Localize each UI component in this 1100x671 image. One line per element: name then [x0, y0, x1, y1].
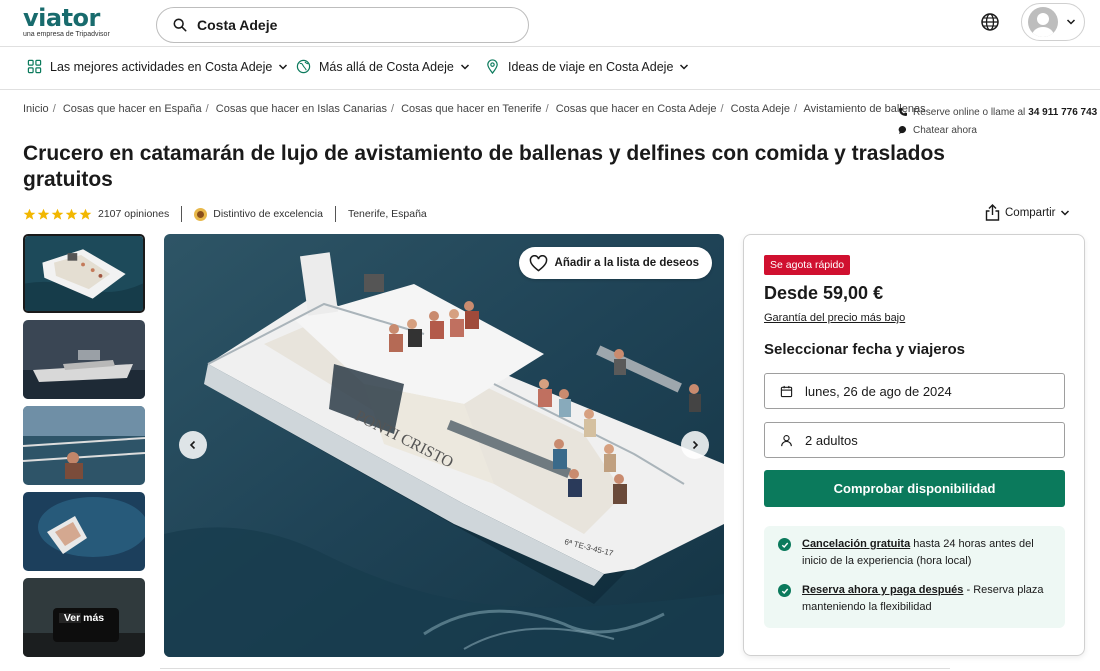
- grid-icon: [27, 59, 42, 74]
- gallery-next-button[interactable]: [681, 431, 709, 459]
- phone-row[interactable]: Reserve online o llame al 34 911 776 743: [898, 103, 1097, 121]
- logo-wordmark: viator: [23, 4, 100, 32]
- calendar-icon: [780, 385, 793, 397]
- heart-icon: [529, 254, 547, 272]
- perk-title-link[interactable]: Cancelación gratuita: [802, 538, 910, 550]
- star-icon: [51, 208, 64, 220]
- see-more-button[interactable]: Ver más: [23, 578, 145, 657]
- chat-row[interactable]: Chatear ahora: [898, 121, 1097, 139]
- wishlist-button[interactable]: Añadir a la lista de deseos: [518, 247, 712, 279]
- chevron-down-icon: [680, 63, 689, 70]
- catamaran-side-photo: [23, 320, 145, 399]
- nav-beyond-label: Más allá de Costa Adeje: [319, 59, 454, 74]
- check-availability-button[interactable]: Comprobar disponibilidad: [764, 470, 1065, 507]
- rating-stars[interactable]: [23, 208, 92, 221]
- top-bar: viator una empresa de Tripadvisor: [0, 0, 1100, 47]
- globe-icon: [296, 59, 311, 74]
- excellence-badge: Distintivo de excelencia: [213, 208, 323, 220]
- nav-trip-ideas-label: Ideas de viaje en Costa Adeje: [508, 59, 674, 74]
- divider: [181, 206, 183, 222]
- booking-card: Se agota rápido Desde 59,00 € Garantía d…: [743, 234, 1085, 656]
- product-meta: 2107 opiniones Distintivo de excelencia …: [23, 206, 427, 222]
- gallery-thumbnail[interactable]: [23, 234, 145, 313]
- chat-link[interactable]: Chatear ahora: [913, 125, 977, 136]
- breadcrumb-link[interactable]: Costa Adeje: [731, 103, 790, 115]
- wishlist-label: Añadir a la lista de deseos: [554, 257, 699, 269]
- reserve-text: Reserve online o llame al: [913, 106, 1026, 118]
- catamaran-top-photo: [25, 236, 143, 311]
- price-text: Desde 59,00 €: [764, 283, 884, 303]
- language-globe-icon[interactable]: [980, 12, 1000, 32]
- breadcrumb-link[interactable]: Cosas que hacer en Costa Adeje: [556, 103, 717, 115]
- travelers-value: 2 adultos: [805, 432, 858, 448]
- secondary-nav: Las mejores actividades en Costa Adeje M…: [0, 47, 1100, 90]
- nav-top-activities-label: Las mejores actividades en Costa Adeje: [50, 59, 273, 74]
- check-circle-icon: [778, 584, 791, 597]
- breadcrumb-link[interactable]: Inicio: [23, 103, 49, 115]
- perk-reserve-now: Reserva ahora y paga después - Reserva p…: [778, 582, 1051, 616]
- sells-out-badge: Se agota rápido: [764, 255, 851, 275]
- breadcrumb-link[interactable]: Cosas que hacer en Tenerife: [401, 103, 541, 115]
- avatar: [1028, 7, 1058, 37]
- deck-passengers-photo: [23, 406, 145, 485]
- check-circle-icon: [778, 538, 791, 551]
- star-icon: [79, 208, 92, 220]
- contact-block: Reserve online o llame al 34 911 776 743…: [898, 103, 1097, 139]
- star-icon: [23, 208, 36, 220]
- star-icon: [37, 208, 50, 220]
- main-gallery-image[interactable]: PONTI CRISTO 6ª TE-3-45-17 Añadir a la l…: [164, 234, 724, 657]
- chevron-down-icon: [279, 63, 288, 70]
- chevron-down-icon: [1066, 19, 1076, 25]
- chevron-down-icon: [1061, 209, 1070, 216]
- gallery-prev-button[interactable]: [179, 431, 207, 459]
- review-count[interactable]: 2107 opiniones: [98, 208, 169, 220]
- breadcrumb-link[interactable]: Cosas que hacer en Islas Canarias: [216, 103, 387, 115]
- gallery-thumbnail-more[interactable]: Ver más: [23, 578, 145, 657]
- divider: [334, 206, 336, 222]
- catamaran-aerial-photo: PONTI CRISTO 6ª TE-3-45-17: [164, 234, 724, 657]
- travelers-picker[interactable]: 2 adultos: [764, 422, 1065, 458]
- viator-logo[interactable]: viator una empresa de Tripadvisor: [23, 6, 110, 38]
- share-button[interactable]: Compartir: [985, 204, 1070, 221]
- nav-beyond[interactable]: Más allá de Costa Adeje: [296, 59, 470, 74]
- search-icon: [173, 18, 187, 32]
- boat-aerial-photo: [23, 492, 145, 571]
- share-icon: [985, 204, 1000, 221]
- perk-title-link[interactable]: Reserva ahora y paga después: [802, 584, 963, 596]
- share-label: Compartir: [1005, 206, 1056, 219]
- nav-trip-ideas[interactable]: Ideas de viaje en Costa Adeje: [485, 59, 689, 74]
- chevron-right-icon: [692, 440, 699, 450]
- select-heading: Seleccionar fecha y viajeros: [764, 341, 965, 358]
- phone-icon: [899, 108, 907, 116]
- search-box[interactable]: [156, 7, 529, 43]
- logo-subtitle: una empresa de Tripadvisor: [23, 31, 110, 38]
- excellence-badge-icon: [194, 207, 208, 221]
- chat-icon: [898, 125, 907, 134]
- person-icon: [781, 434, 792, 446]
- location-pin-icon: [487, 59, 498, 74]
- divider: [160, 668, 950, 669]
- breadcrumb-link[interactable]: Cosas que hacer en España: [63, 103, 202, 115]
- gallery-thumbnail[interactable]: [23, 406, 145, 485]
- chevron-left-icon: [189, 440, 196, 450]
- search-input[interactable]: [197, 17, 497, 33]
- price-guarantee-link[interactable]: Garantía del precio más bajo: [764, 312, 905, 324]
- perks-box: Cancelación gratuita hasta 24 horas ante…: [764, 526, 1065, 628]
- breadcrumb: Inicio / Cosas que hacer en España / Cosas…: [23, 103, 926, 115]
- phone-number[interactable]: 34 911 776 743: [1028, 107, 1097, 118]
- nav-top-activities[interactable]: Las mejores actividades en Costa Adeje: [27, 59, 288, 74]
- star-icon: [65, 208, 78, 220]
- location-text: Tenerife, España: [347, 208, 427, 220]
- gallery-thumbnail[interactable]: [23, 492, 145, 571]
- chevron-down-icon: [460, 63, 469, 70]
- date-picker[interactable]: lunes, 26 de ago de 2024: [764, 373, 1065, 409]
- perk-free-cancellation: Cancelación gratuita hasta 24 horas ante…: [778, 536, 1051, 570]
- gallery-thumbnail[interactable]: [23, 320, 145, 399]
- page-title: Crucero en catamarán de lujo de avistami…: [23, 142, 945, 191]
- date-value: lunes, 26 de ago de 2024: [805, 383, 952, 399]
- account-menu-button[interactable]: [1021, 3, 1085, 41]
